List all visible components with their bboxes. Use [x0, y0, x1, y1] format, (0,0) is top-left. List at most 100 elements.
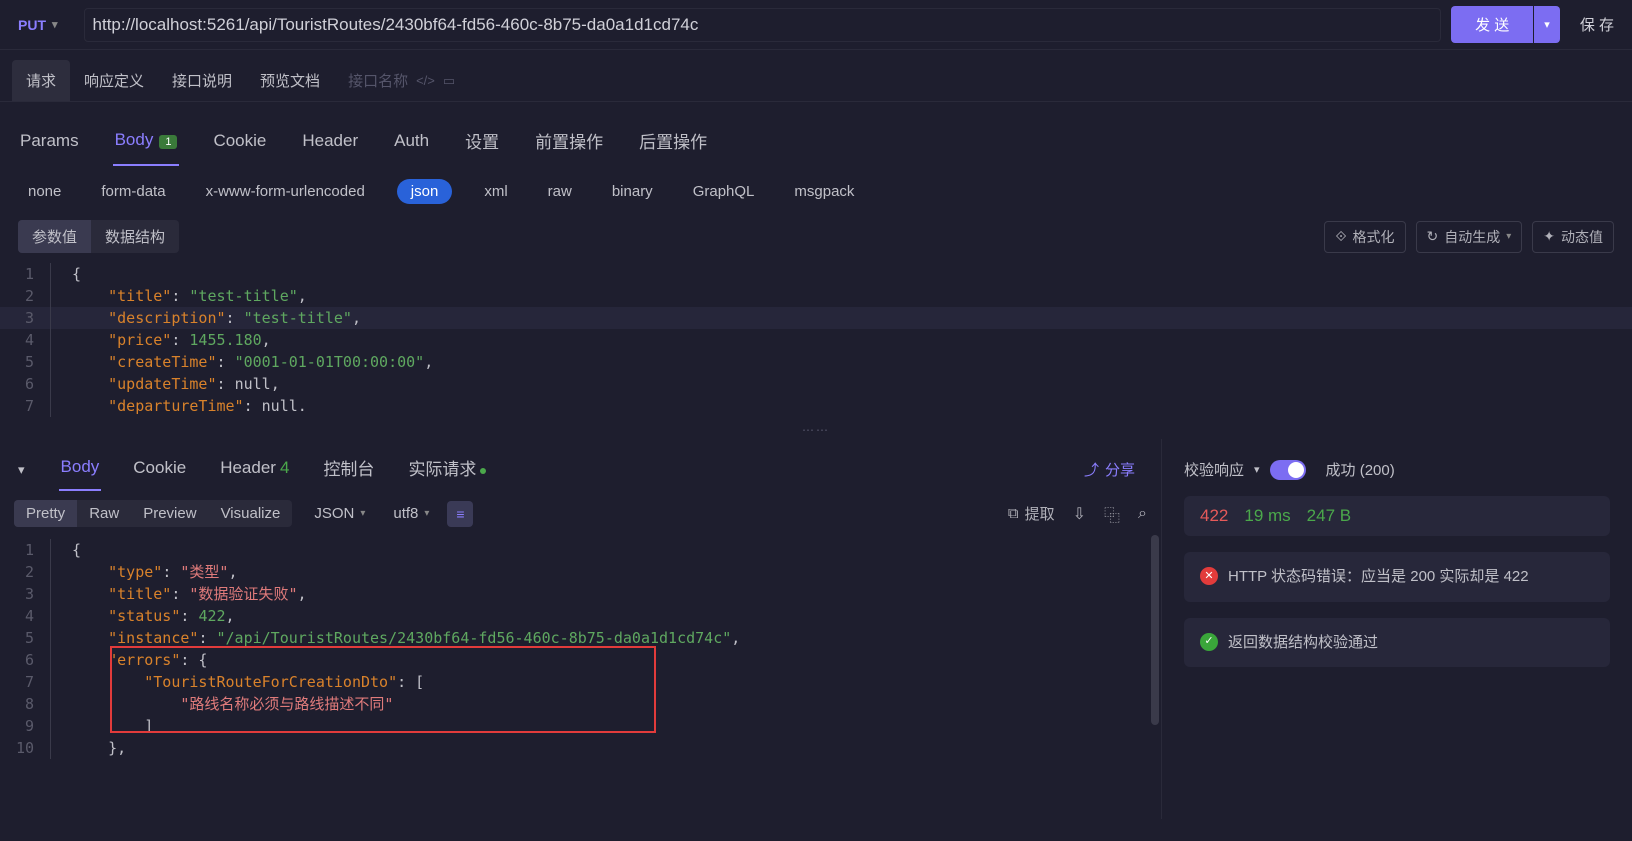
- extract-button[interactable]: ⧉ 提取: [1008, 503, 1055, 524]
- validation-panel: 校验响应 ▾ 成功 (200) 422 19 ms 247 B ✕ HTTP 状…: [1162, 439, 1632, 819]
- status-code: 422: [1200, 506, 1228, 526]
- body-mode-option[interactable]: 参数值: [18, 220, 91, 253]
- url-bar: PUT ▾ 发 送 ▾ 保 存: [0, 0, 1632, 50]
- send-button-dropdown[interactable]: ▾: [1534, 6, 1560, 43]
- response-tab[interactable]: 控制台: [321, 447, 376, 492]
- code-line: 9 ]: [0, 715, 1161, 737]
- response-view-option[interactable]: Visualize: [209, 500, 293, 527]
- request-tab[interactable]: Auth: [392, 123, 431, 165]
- code-line: 3 "title": "数据验证失败",: [0, 583, 1161, 605]
- code-line: 5 "instance": "/api/TouristRoutes/2430bf…: [0, 627, 1161, 649]
- code-line: 1{: [0, 263, 1632, 285]
- body-type-option[interactable]: msgpack: [786, 179, 862, 204]
- response-tabs: ▾ Body Cookie Header4 控制台实际请求 ⤴ 分享: [0, 439, 1161, 492]
- validation-toggle[interactable]: [1270, 460, 1306, 480]
- http-method-value: PUT: [18, 17, 46, 33]
- response-format-select[interactable]: JSON ▾: [308, 500, 371, 527]
- body-type-option[interactable]: x-www-form-urlencoded: [198, 179, 373, 204]
- code-line: 2 "type": "类型",: [0, 561, 1161, 583]
- code-icon: </>: [416, 73, 435, 88]
- share-icon: ⤴: [1084, 459, 1099, 480]
- body-type-option[interactable]: none: [20, 179, 69, 204]
- code-line: 8 "路线名称必须与路线描述不同": [0, 693, 1161, 715]
- response-size: 247 B: [1307, 506, 1351, 526]
- definition-tab[interactable]: 响应定义: [70, 60, 158, 101]
- request-tab[interactable]: Cookie: [211, 123, 268, 165]
- request-tab[interactable]: 后置操作: [637, 120, 709, 167]
- code-line: 10 },: [0, 737, 1161, 759]
- format-button[interactable]: ⟐ 格式化: [1324, 221, 1405, 253]
- code-line: 4 "price": 1455.180,: [0, 329, 1632, 351]
- dynamic-value-button[interactable]: ✦ 动态值: [1532, 221, 1614, 253]
- body-type-option[interactable]: form-data: [93, 179, 173, 204]
- scrollbar[interactable]: [1151, 535, 1159, 725]
- error-message: HTTP 状态码错误：应当是 200 实际却是 422: [1228, 564, 1529, 590]
- code-line: 6 "errors": {: [0, 649, 1161, 671]
- auto-generate-button[interactable]: ↻ 自动生成 ▾: [1416, 221, 1523, 253]
- response-tab[interactable]: Header4: [218, 450, 291, 490]
- body-type-option[interactable]: xml: [476, 179, 515, 204]
- request-tab[interactable]: Body1: [113, 122, 180, 166]
- definition-tab[interactable]: 请求: [12, 60, 70, 101]
- panel-icon: ▭: [443, 73, 455, 89]
- search-icon[interactable]: ⌕: [1138, 505, 1147, 523]
- request-tab[interactable]: 前置操作: [533, 120, 605, 167]
- definition-tab[interactable]: 预览文档: [246, 60, 334, 101]
- code-line: 6 "updateTime": null,: [0, 373, 1632, 395]
- request-tab[interactable]: Params: [18, 123, 81, 165]
- copy-icon[interactable]: ⿻: [1104, 502, 1120, 526]
- body-mode-group: 参数值数据结构: [18, 220, 179, 253]
- api-name-placeholder[interactable]: 接口名称 </> ▭: [334, 60, 469, 101]
- collapse-response-icon[interactable]: ▾: [14, 454, 29, 486]
- response-toolbar: PrettyRawPreviewVisualize JSON ▾ utf8 ▾ …: [0, 492, 1161, 535]
- assertion-error: ✕ HTTP 状态码错误：应当是 200 实际却是 422: [1184, 552, 1610, 602]
- error-icon: ✕: [1200, 567, 1218, 585]
- code-line: 3 "description": "test-title",: [0, 307, 1632, 329]
- body-mode-option[interactable]: 数据结构: [91, 220, 179, 253]
- export-icon[interactable]: ⇩: [1073, 504, 1086, 524]
- request-tab[interactable]: Header: [300, 123, 360, 165]
- http-method-select[interactable]: PUT ▾: [8, 11, 68, 39]
- response-view-group: PrettyRawPreviewVisualize: [14, 500, 292, 527]
- body-type-option[interactable]: GraphQL: [685, 179, 763, 204]
- validation-title: 校验响应: [1184, 459, 1244, 480]
- response-view-option[interactable]: Pretty: [14, 500, 77, 527]
- response-encoding-select[interactable]: utf8 ▾: [387, 500, 435, 527]
- response-view-option[interactable]: Preview: [131, 500, 208, 527]
- chevron-down-icon[interactable]: ▾: [1254, 463, 1260, 476]
- body-type-option[interactable]: raw: [540, 179, 580, 204]
- response-tab[interactable]: Cookie: [131, 450, 188, 490]
- chevron-down-icon: ▾: [52, 18, 58, 31]
- send-button[interactable]: 发 送: [1451, 6, 1533, 43]
- code-line: 7 "TouristRouteForCreationDto": [: [0, 671, 1161, 693]
- request-body-editor[interactable]: 1{2 "title": "test-title",3 "description…: [0, 259, 1632, 421]
- code-line: 4 "status": 422,: [0, 605, 1161, 627]
- code-line: 1{: [0, 539, 1161, 561]
- url-input[interactable]: [84, 8, 1442, 42]
- save-button[interactable]: 保 存: [1570, 6, 1624, 43]
- share-button[interactable]: ⤴ 分享: [1084, 459, 1147, 480]
- extract-icon: ⧉: [1008, 505, 1019, 522]
- response-view-option[interactable]: Raw: [77, 500, 131, 527]
- request-tab[interactable]: 设置: [463, 120, 501, 167]
- split-handle[interactable]: ⋯⋯: [0, 421, 1632, 439]
- response-tab[interactable]: Body: [59, 449, 102, 491]
- body-type-option[interactable]: binary: [604, 179, 661, 204]
- code-line: 2 "title": "test-title",: [0, 285, 1632, 307]
- line-wrap-toggle[interactable]: ≡: [447, 501, 473, 527]
- magic-icon: ✦: [1543, 228, 1555, 245]
- code-line: 5 "createTime": "0001-01-01T00:00:00",: [0, 351, 1632, 373]
- chevron-down-icon: ▾: [360, 508, 365, 519]
- definition-tab[interactable]: 接口说明: [158, 60, 246, 101]
- chevron-down-icon: ▾: [424, 508, 429, 519]
- check-icon: ✓: [1200, 633, 1218, 651]
- body-mode-toolbar: 参数值数据结构 ⟐ 格式化 ↻ 自动生成 ▾ ✦ 动态值: [0, 216, 1632, 259]
- format-icon: ⟐: [1335, 228, 1346, 245]
- ok-message: 返回数据结构校验通过: [1228, 630, 1378, 656]
- body-type-row: none form-data x-www-form-urlencoded jsonxm…: [0, 167, 1632, 216]
- expected-status: 成功 (200): [1326, 459, 1395, 480]
- response-body-viewer[interactable]: 1{2 "type": "类型",3 "title": "数据验证失败",4 "…: [0, 535, 1161, 763]
- response-tab[interactable]: 实际请求: [406, 447, 488, 492]
- body-type-option[interactable]: json: [397, 179, 453, 204]
- definition-tabs: 请求响应定义接口说明预览文档 接口名称 </> ▭: [0, 50, 1632, 102]
